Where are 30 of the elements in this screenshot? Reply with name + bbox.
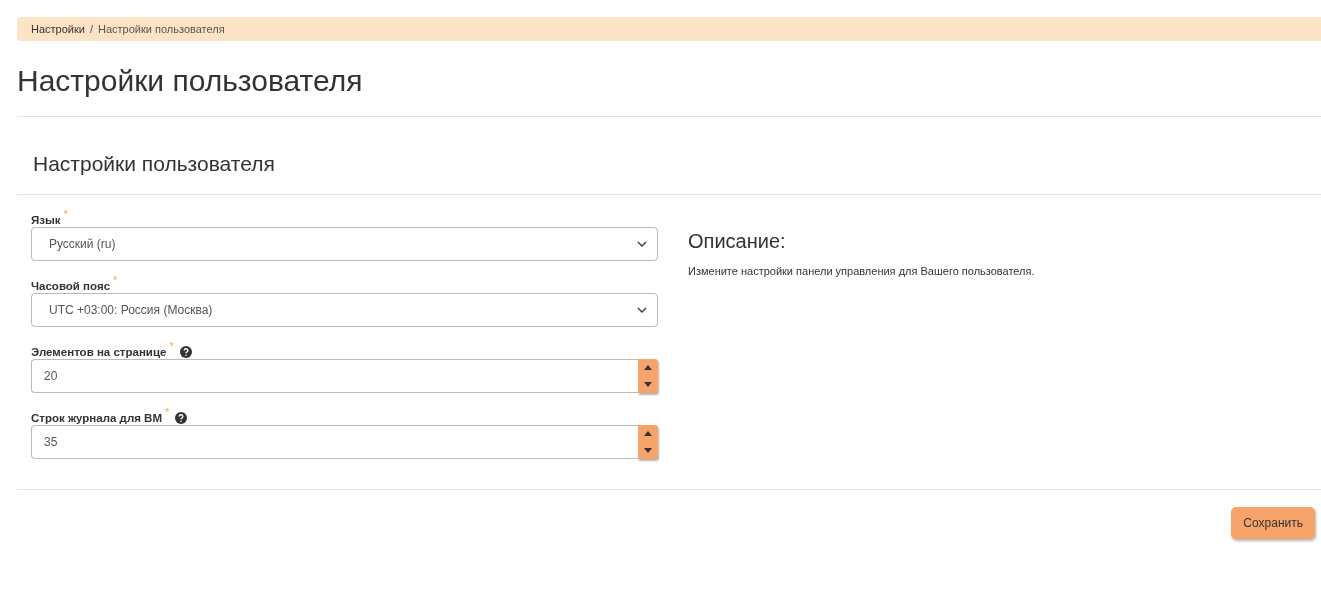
spinner-buttons[interactable]	[638, 425, 658, 459]
description-text: Измените настройки панели управления для Вашего пользователя.	[688, 265, 1035, 277]
breadcrumb-item: Настройки пользователя	[98, 23, 225, 35]
field-label: Язык	[31, 213, 61, 228]
number-field[interactable]: 20	[31, 359, 638, 393]
caret-up-icon	[644, 365, 652, 370]
required-mark: *	[63, 209, 68, 219]
breadcrumb-item[interactable]: Настройки	[31, 23, 85, 35]
required-mark: *	[165, 407, 170, 417]
spinner-buttons[interactable]	[638, 359, 658, 393]
breadcrumb-separator: /	[89, 23, 93, 35]
field-label: Строк журнала для ВМ	[31, 411, 162, 426]
caret-down-icon	[644, 448, 652, 453]
field-label: Часовой пояс	[31, 279, 111, 294]
number-field[interactable]: 35	[31, 425, 638, 459]
save-button[interactable]: Сохранить	[1231, 507, 1315, 539]
help-icon[interactable]	[175, 412, 188, 424]
required-mark: *	[169, 341, 174, 351]
page-title: Настройки пользователя	[17, 63, 364, 99]
panel-title: Настройки пользователя	[33, 151, 276, 177]
chevron-down-icon	[637, 307, 647, 313]
chevron-down-icon	[637, 241, 647, 247]
required-mark: *	[113, 275, 118, 285]
help-icon[interactable]	[179, 346, 192, 358]
caret-up-icon	[644, 431, 652, 436]
caret-down-icon	[644, 382, 652, 387]
select-field[interactable]: Русский (ru)	[31, 227, 658, 261]
description-title: Описание:	[688, 229, 787, 253]
select-field[interactable]: UTC +03:00: Россия (Москва)	[31, 293, 658, 327]
field-label: Элементов на странице	[31, 345, 167, 360]
